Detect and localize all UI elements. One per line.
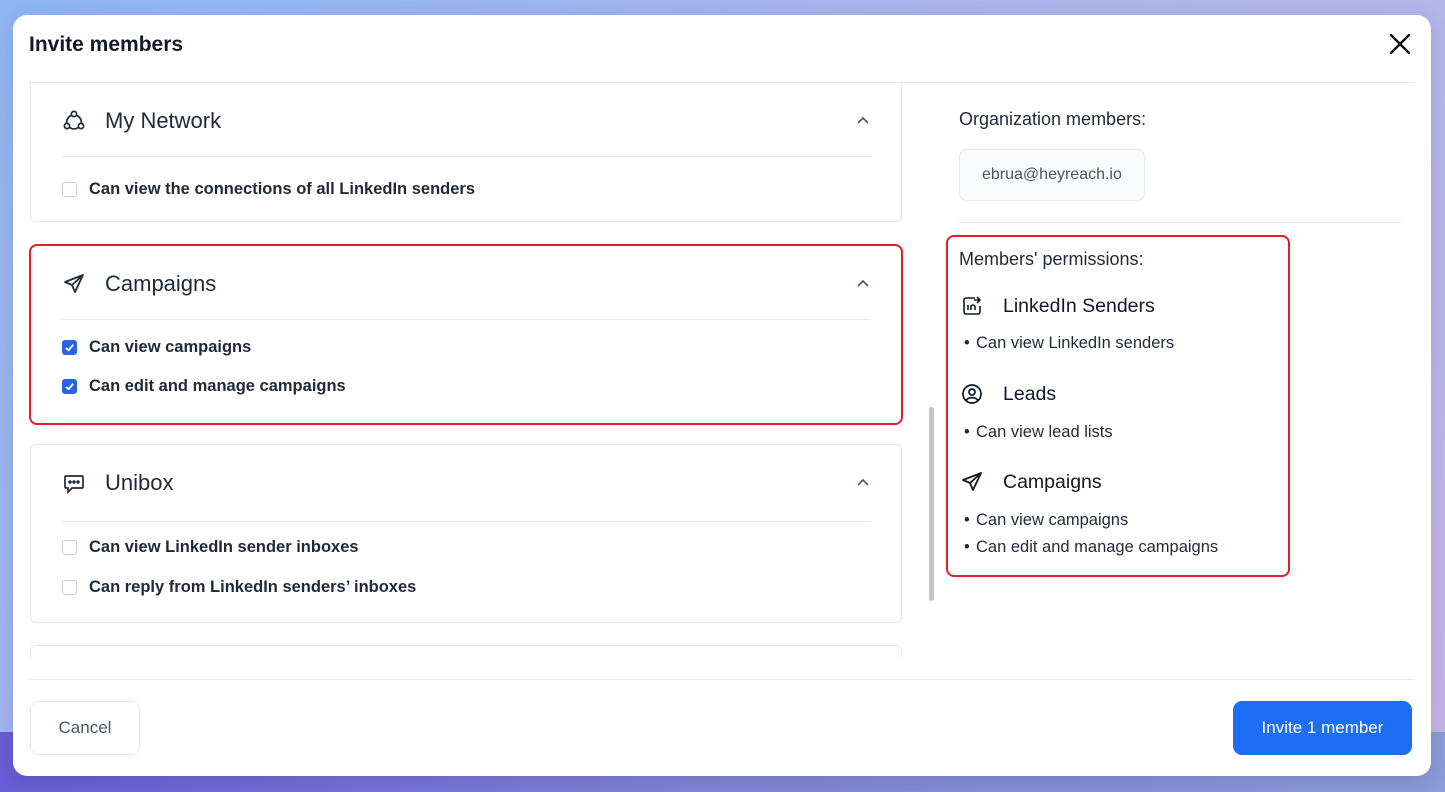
perm-group-title: Leads [1003,382,1057,405]
permission-label: Can view the connections of all LinkedIn… [89,180,476,198]
checkbox-checked[interactable] [62,340,77,355]
permission-row[interactable]: Can edit and manage campaigns [62,377,346,396]
member-email-chip[interactable]: ebrua@heyreach.io [959,149,1145,201]
chevron-up-icon[interactable] [855,276,871,292]
close-icon[interactable] [1387,31,1413,57]
unibox-section: Unibox Can view LinkedIn sender inboxes … [30,444,902,623]
cancel-button[interactable]: Cancel [30,701,140,755]
section-title: Campaigns [105,271,217,296]
section-divider [61,521,871,522]
perm-item: Can edit and manage campaigns [964,538,1218,557]
permission-label: Can view LinkedIn sender inboxes [89,538,359,556]
linkedin-icon [959,293,985,319]
section-divider [61,319,871,320]
network-section-header[interactable]: My Network [61,93,871,149]
user-circle-icon [959,381,985,407]
members-permissions-box: Members' permissions: LinkedIn Senders C… [946,235,1290,577]
perm-item: Can view lead lists [964,423,1113,442]
chevron-up-icon[interactable] [855,475,871,491]
checkbox[interactable] [62,182,77,197]
perm-item: Can view LinkedIn senders [964,334,1174,353]
checkbox[interactable] [62,540,77,555]
send-icon [959,469,985,495]
permission-row[interactable]: Can reply from LinkedIn senders’ inboxes [62,578,416,597]
panel-divider [959,222,1401,223]
checkbox-checked[interactable] [62,379,77,394]
network-icon [61,108,87,134]
perm-group-title: LinkedIn Senders [1003,294,1155,317]
permission-row[interactable]: Can view the connections of all LinkedIn… [62,180,475,199]
unibox-section-header[interactable]: Unibox [61,455,871,511]
permission-row[interactable]: Can view campaigns [62,338,251,357]
permissions-scroll-area[interactable]: My Network Can view the connections of a… [29,83,905,657]
section-divider [61,156,871,157]
perm-group-leads: Leads [959,381,1056,407]
perm-item: Can view campaigns [964,511,1128,530]
org-members-label: Organization members: [959,109,1147,129]
permission-label: Can edit and manage campaigns [89,377,346,395]
checkbox[interactable] [62,580,77,595]
members-permissions-label: Members' permissions: [959,249,1144,269]
scrollbar-thumb[interactable] [929,407,934,601]
campaigns-section: Campaigns Can view campaigns Can edit an… [29,244,903,425]
permission-row[interactable]: Can view LinkedIn sender inboxes [62,538,359,557]
chevron-up-icon[interactable] [855,113,871,129]
perm-group-title: Campaigns [1003,470,1102,493]
perm-group-linkedin-senders: LinkedIn Senders [959,293,1155,319]
send-icon [61,271,87,297]
footer-divider [29,679,1415,680]
modal-title: Invite members [29,33,184,56]
section-title: Unibox [105,470,174,495]
section-title: My Network [105,108,222,133]
next-section-partial [30,645,902,657]
permission-label: Can reply from LinkedIn senders’ inboxes [89,578,417,596]
invite-members-modal: Invite members My Network Can view the c… [13,15,1431,776]
network-section: My Network Can view the connections of a… [30,83,902,222]
campaigns-section-header[interactable]: Campaigns [61,256,871,312]
permission-label: Can view campaigns [89,338,252,356]
perm-group-campaigns: Campaigns [959,469,1102,495]
summary-panel: Organization members: ebrua@heyreach.io … [946,83,1405,673]
invite-button[interactable]: Invite 1 member [1233,701,1412,755]
chat-icon [61,470,87,496]
